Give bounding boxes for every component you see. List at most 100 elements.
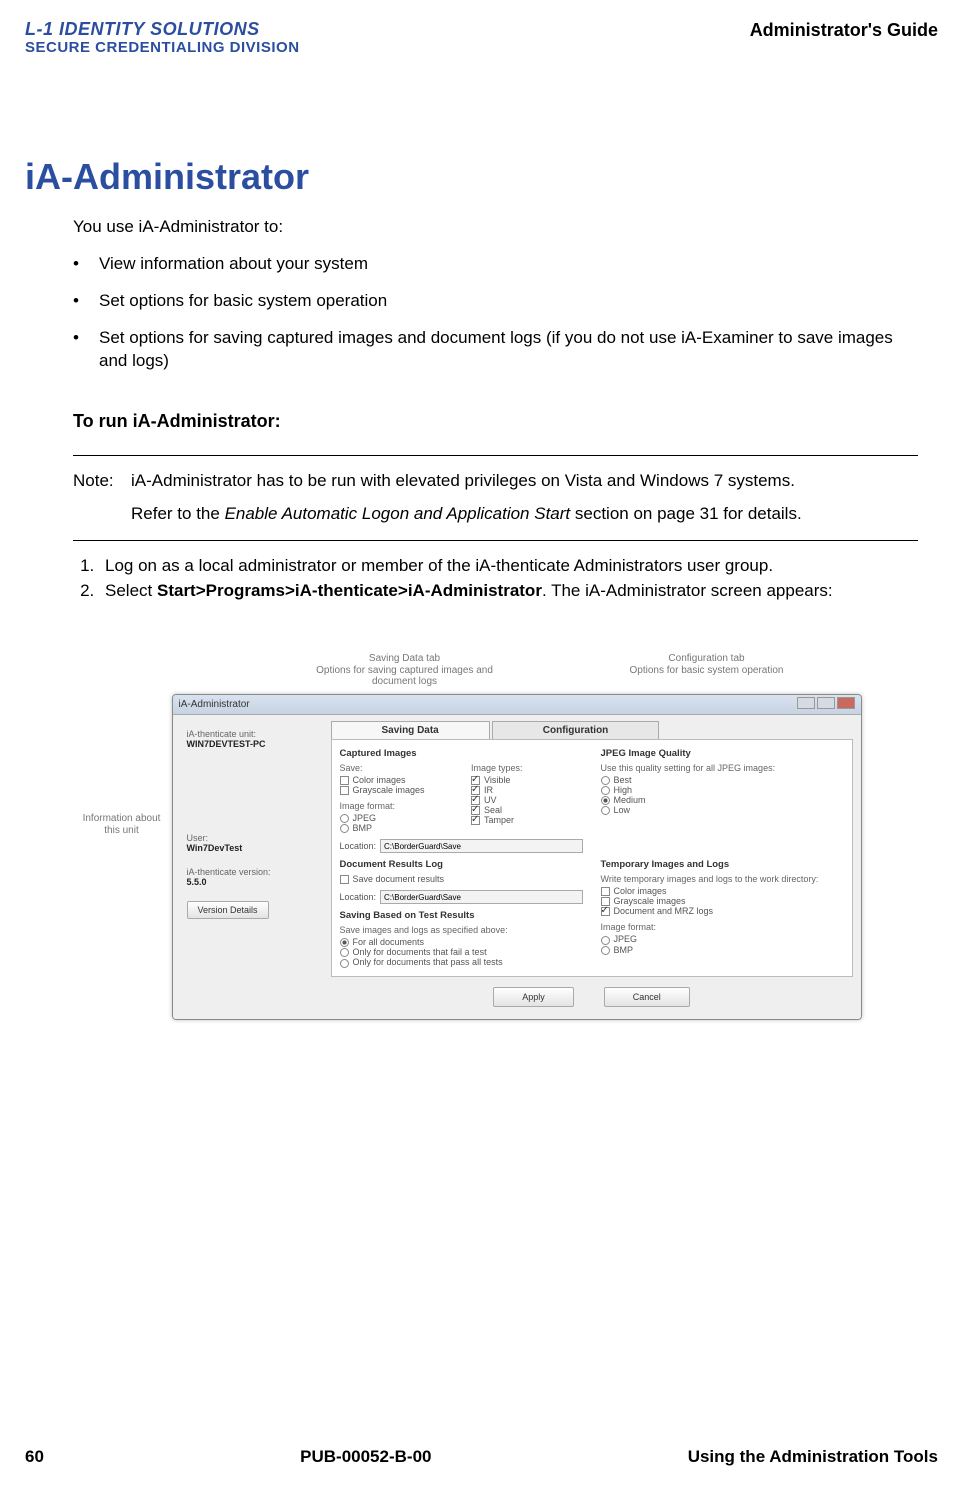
radio-pass-docs[interactable] [340,959,349,968]
format-label: Image format: [601,922,844,932]
minimize-icon[interactable] [797,697,815,709]
opt-label: Only for documents that pass all tests [353,957,503,967]
opt-label: JPEG [614,934,638,944]
radio-bmp[interactable] [340,824,349,833]
group-doc-results-log: Document Results Log Save document resul… [340,859,583,904]
group-title: Saving Based on Test Results [340,910,583,921]
screenshot-figure: Saving Data tab Options for saving captu… [92,653,872,1020]
opt-label: Document and MRZ logs [614,906,714,916]
opt-label: Visible [484,775,510,785]
note-label: Note: [73,470,131,526]
bullet-item: Set options for saving captured images a… [73,327,918,373]
location-label: Location: [340,841,377,851]
temp-desc: Write temporary images and logs to the w… [601,874,844,884]
group-captured-images: Captured Images Save: Color images Grays… [340,748,583,854]
page-footer: 60 PUB-00052-B-00 Using the Administrati… [25,1447,938,1467]
logo-line-1: L-1 IDENTITY SOLUTIONS [25,20,300,40]
opt-label: Save document results [353,874,445,884]
user-value: Win7DevTest [187,843,325,853]
opt-label: Only for documents that fail a test [353,947,487,957]
step-2-post: . The iA-Administrator screen appears: [542,581,833,600]
callout-config-tab: Configuration tab Options for basic syst… [630,653,784,688]
group-title: JPEG Image Quality [601,748,844,759]
saving-based-desc: Save images and logs as specified above: [340,925,583,935]
note-text-pre: Refer to the [131,504,225,523]
checkbox-temp-doc-mrz[interactable] [601,907,610,916]
radio-jpeg[interactable] [340,814,349,823]
format-label: Image format: [340,801,452,811]
footer-section: Using the Administration Tools [688,1447,938,1467]
logo-block: L-1 IDENTITY SOLUTIONS SECURE CREDENTIAL… [25,20,300,56]
types-label: Image types: [471,763,583,773]
bullet-item: View information about your system [73,253,918,276]
version-details-button[interactable]: Version Details [187,901,269,919]
sub-heading: To run iA-Administrator: [73,409,918,433]
step-2-pre: Select [105,581,157,600]
unit-label: iA-thenticate unit: [187,729,325,739]
group-title: Document Results Log [340,859,583,870]
radio-best[interactable] [601,776,610,785]
radio-medium[interactable] [601,796,610,805]
note-line-2: Refer to the Enable Automatic Logon and … [131,503,802,526]
group-jpeg-quality: JPEG Image Quality Use this quality sett… [601,748,844,854]
note-text-em: Enable Automatic Logon and Application S… [225,504,571,523]
opt-label: Grayscale images [353,785,425,795]
jpeg-desc: Use this quality setting for all JPEG im… [601,763,844,773]
checkbox-save-doc-results[interactable] [340,875,349,884]
location-label: Location: [340,892,377,902]
opt-label: Tamper [484,815,514,825]
window-titlebar: iA-Administrator [173,695,861,715]
opt-label: Color images [614,886,667,896]
group-title: Temporary Images and Logs [601,859,844,870]
note-line-1: iA-Administrator has to be run with elev… [131,470,802,493]
tab-configuration[interactable]: Configuration [492,721,660,739]
location-input[interactable] [380,890,582,904]
opt-label: Grayscale images [614,896,686,906]
window-controls [795,697,855,712]
publication-id: PUB-00052-B-00 [300,1447,431,1467]
version-value: 5.5.0 [187,877,325,887]
save-label: Save: [340,763,452,773]
page-header: L-1 IDENTITY SOLUTIONS SECURE CREDENTIAL… [25,20,938,56]
maximize-icon[interactable] [817,697,835,709]
opt-label: Medium [614,795,646,805]
radio-temp-jpeg[interactable] [601,936,610,945]
opt-label: Seal [484,805,502,815]
note-text-post: section on page 31 for details. [570,504,802,523]
location-input[interactable] [380,839,582,853]
opt-label: High [614,785,633,795]
radio-temp-bmp[interactable] [601,946,610,955]
step-1: Log on as a local administrator or membe… [99,555,918,578]
group-temp-images-logs: Temporary Images and Logs Write temporar… [601,859,844,968]
callout-saving-tab: Saving Data tab Options for saving captu… [300,653,510,688]
step-2-bold: Start>Programs>iA-thenticate>iA-Administ… [157,581,542,600]
unit-value: WIN7DEVTEST-PC [187,739,325,749]
user-label: User: [187,833,325,843]
opt-label: For all documents [353,937,425,947]
close-icon[interactable] [837,697,855,709]
radio-all-docs[interactable] [340,938,349,947]
intro-bullets: View information about your system Set o… [73,253,918,373]
side-info-panel: iA-thenticate unit: WIN7DEVTEST-PC User:… [181,721,331,1007]
checkbox-color-images[interactable] [340,776,349,785]
opt-label: BMP [614,945,634,955]
checkbox-tamper[interactable] [471,816,480,825]
opt-label: BMP [353,823,373,833]
radio-high[interactable] [601,786,610,795]
step-2: Select Start>Programs>iA-thenticate>iA-A… [99,580,918,603]
tab-saving-data[interactable]: Saving Data [331,721,490,739]
radio-low[interactable] [601,806,610,815]
bullet-item: Set options for basic system operation [73,290,918,313]
app-window: iA-Administrator iA-thenticate unit: WIN… [172,694,862,1020]
radio-fail-docs[interactable] [340,948,349,957]
opt-label: Low [614,805,631,815]
opt-label: JPEG [353,813,377,823]
checkbox-temp-color[interactable] [601,887,610,896]
steps-list: Log on as a local administrator or membe… [99,555,918,603]
cancel-button[interactable]: Cancel [604,987,690,1007]
opt-label: IR [484,785,493,795]
intro-paragraph: You use iA-Administrator to: [73,216,918,239]
checkbox-grayscale-images[interactable] [340,786,349,795]
apply-button[interactable]: Apply [493,987,574,1007]
group-title: Captured Images [340,748,583,759]
